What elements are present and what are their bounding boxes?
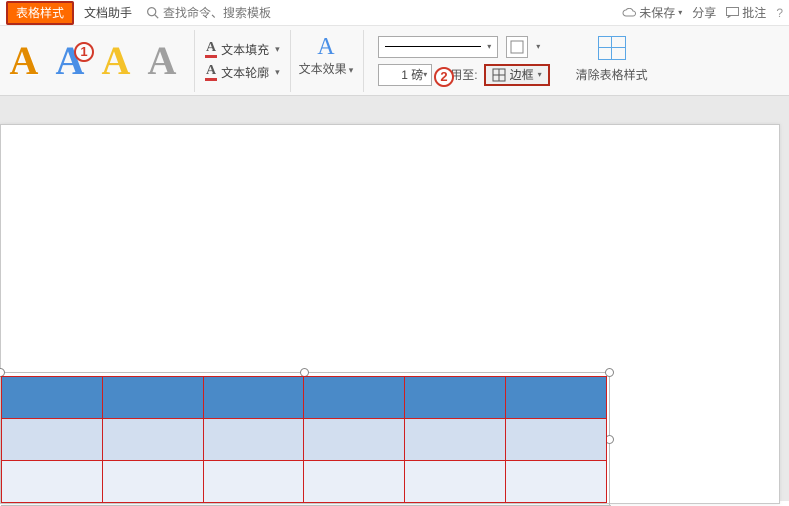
ribbon: A A A A 1 A 文本填充▾ A 文本轮廓▾ A 文本效果▾ ▾ ▾ [0, 26, 789, 96]
text-outline-icon: A [205, 64, 217, 81]
table-row[interactable] [2, 461, 607, 503]
tab-doc-helper[interactable]: 文档助手 [84, 4, 132, 21]
tab-table-style[interactable]: 表格样式 [6, 1, 74, 25]
command-search[interactable]: 查找命令、搜索模板 [146, 4, 271, 21]
chevron-down-icon: ▾ [349, 65, 354, 75]
cloud-icon [622, 8, 636, 18]
slide[interactable] [0, 124, 780, 504]
border-button[interactable]: 边框 ▾ [484, 64, 550, 86]
wordart-style-1[interactable]: A [2, 32, 46, 90]
top-bar: 表格样式 文档助手 查找命令、搜索模板 未保存▾ 分享 批注 ? [0, 0, 789, 26]
chevron-down-icon: ▾ [275, 67, 280, 78]
text-format-group: A 文本填充▾ A 文本轮廓▾ [195, 30, 291, 92]
chevron-down-icon[interactable]: ▾ [536, 42, 540, 51]
text-effect-icon: A [317, 34, 334, 60]
unsaved-status[interactable]: 未保存▾ [622, 4, 682, 21]
share-button[interactable]: 分享 [692, 4, 716, 21]
table-object[interactable] [1, 376, 607, 502]
help-icon[interactable]: ? [776, 6, 783, 20]
annotate-button[interactable]: 批注 [726, 4, 766, 21]
table-row[interactable] [2, 377, 607, 419]
clear-table-style-button[interactable]: 清除表格样式 [560, 30, 660, 92]
line-style-select[interactable]: ▾ [378, 36, 498, 58]
wordart-style-4[interactable]: A [140, 32, 184, 90]
top-right-actions: 未保存▾ 分享 批注 ? [622, 4, 783, 21]
annotation-2: 2 [434, 67, 454, 87]
annotation-1: 1 [74, 42, 94, 62]
wordart-style-3[interactable]: A [94, 32, 138, 90]
border-group: ▾ ▾ 1 磅 ▾ 应用至: 边框 ▾ [364, 30, 559, 92]
chevron-down-icon: ▾ [487, 42, 491, 51]
text-outline-button[interactable]: A 文本轮廓▾ [205, 64, 280, 81]
table-grid-icon [598, 36, 626, 60]
shading-icon [510, 40, 524, 54]
wordart-style-gallery[interactable]: A A A A 1 [2, 30, 195, 92]
chevron-down-icon: ▾ [538, 70, 542, 79]
annotate-icon [726, 7, 739, 18]
chevron-down-icon: ▾ [423, 70, 427, 79]
chevron-down-icon: ▾ [275, 44, 280, 55]
search-placeholder: 查找命令、搜索模板 [163, 4, 271, 21]
text-effect-button[interactable]: A 文本效果▾ [291, 30, 365, 92]
shading-color-button[interactable] [506, 36, 528, 58]
line-sample-icon [385, 46, 481, 47]
text-fill-button[interactable]: A 文本填充▾ [205, 41, 280, 58]
chevron-down-icon: ▾ [678, 8, 682, 17]
canvas-area [0, 96, 789, 501]
border-icon [492, 68, 506, 82]
text-fill-icon: A [205, 41, 217, 58]
search-icon [146, 6, 159, 19]
table-row[interactable] [2, 419, 607, 461]
line-weight-select[interactable]: 1 磅 ▾ [378, 64, 432, 86]
